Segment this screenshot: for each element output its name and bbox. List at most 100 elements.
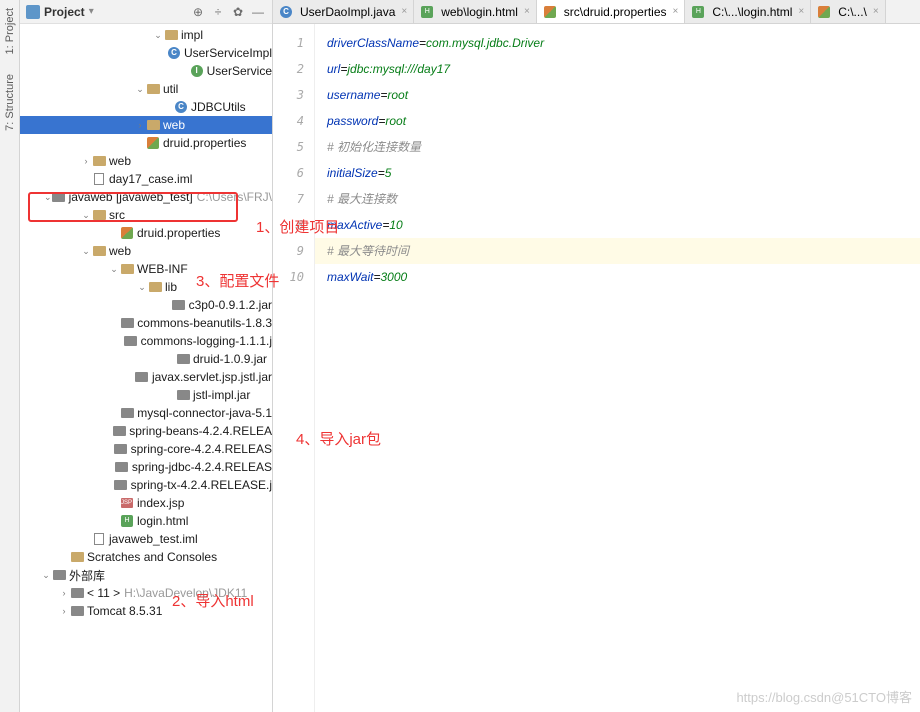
code-line[interactable]: # 最大连接数 <box>327 186 920 212</box>
tree-item-label: UserServiceImpl <box>184 46 272 60</box>
tree-row[interactable]: day17_case.iml <box>20 170 272 188</box>
tree-item-label: WEB-INF <box>137 262 188 276</box>
tree-row[interactable]: Scratches and Consoles <box>20 548 272 566</box>
tree-row[interactable]: ⌄ src <box>20 206 272 224</box>
tree-row[interactable]: IUserService <box>20 62 272 80</box>
folder-icon <box>70 550 84 564</box>
tree-row[interactable]: ›< 11 >H:\JavaDevelop\JDK11 <box>20 584 272 602</box>
tree-row[interactable]: c3p0-0.9.1.2.jar <box>20 296 272 314</box>
tree-row[interactable]: javaweb_test.iml <box>20 530 272 548</box>
gutter-structure[interactable]: 7: Structure <box>4 74 16 131</box>
tree-item-label: login.html <box>137 514 188 528</box>
expand-arrow-icon[interactable]: ⌄ <box>108 264 120 275</box>
tree-row[interactable]: druid.properties <box>20 134 272 152</box>
folder-icon <box>148 280 162 294</box>
tree-row[interactable]: ⌄javaweb [javaweb_test]C:\Users\FRJ\ <box>20 188 272 206</box>
code-line[interactable]: password=root <box>327 108 920 134</box>
folder-icon <box>92 154 106 168</box>
expand-arrow-icon[interactable]: › <box>80 156 92 166</box>
tree-row[interactable]: ⌄util <box>20 80 272 98</box>
gear-icon[interactable]: ✿ <box>230 4 246 20</box>
line-number: 5 <box>273 134 304 160</box>
tab-label: web\login.html <box>441 5 518 19</box>
code-line[interactable]: # 最大等待时间 <box>315 238 920 264</box>
tree-row[interactable]: Hlogin.html <box>20 512 272 530</box>
tree-row[interactable]: ⌄lib <box>20 278 272 296</box>
expand-arrow-icon[interactable]: ⌄ <box>152 30 164 41</box>
code-line[interactable]: username=root <box>327 82 920 108</box>
tree-row[interactable]: spring-tx-4.2.4.RELEASE.j <box>20 476 272 494</box>
expand-arrow-icon[interactable]: › <box>58 606 70 616</box>
tree-item-label: web <box>109 244 131 258</box>
expand-arrow-icon[interactable]: ⌄ <box>80 210 92 221</box>
tree-row[interactable]: spring-beans-4.2.4.RELEA <box>20 422 272 440</box>
tree-row[interactable]: commons-beanutils-1.8.3 <box>20 314 272 332</box>
tree-row[interactable]: › web <box>20 116 272 134</box>
code-line[interactable]: # 初始化连接数量 <box>327 134 920 160</box>
tree-row[interactable]: › Tomcat 8.5.31 <box>20 602 272 620</box>
gutter-project[interactable]: 1: Project <box>4 8 16 54</box>
code-line[interactable]: maxWait=3000 <box>327 264 920 290</box>
tree-row[interactable]: javax.servlet.jsp.jstl.jar <box>20 368 272 386</box>
collapse-icon[interactable]: ÷ <box>210 4 226 20</box>
tree-item-label: Tomcat 8.5.31 <box>87 604 162 618</box>
editor-tab[interactable]: C:\...\× <box>811 0 886 23</box>
close-icon[interactable]: × <box>873 6 879 17</box>
target-icon[interactable]: ⊕ <box>190 4 206 20</box>
tree-row[interactable]: druid.properties <box>20 224 272 242</box>
library-icon <box>135 370 149 384</box>
expand-arrow-icon[interactable]: ⌄ <box>44 192 52 203</box>
code-line[interactable]: maxActive=10 <box>327 212 920 238</box>
tree-row[interactable]: CUserServiceImpl <box>20 44 272 62</box>
close-icon[interactable]: × <box>524 6 530 17</box>
editor-tabs[interactable]: CUserDaoImpl.java×Hweb\login.html×src\dr… <box>273 0 920 24</box>
editor-tab[interactable]: Hweb\login.html× <box>414 0 537 23</box>
tree-row[interactable]: spring-jdbc-4.2.4.RELEAS <box>20 458 272 476</box>
hide-icon[interactable]: — <box>250 4 266 20</box>
folder-icon <box>146 118 160 132</box>
properties-icon <box>543 5 557 19</box>
close-icon[interactable]: × <box>798 6 804 17</box>
expand-arrow-icon[interactable]: ⌄ <box>134 84 146 95</box>
tree-row[interactable]: CJDBCUtils <box>20 98 272 116</box>
expand-arrow-icon[interactable]: ⌄ <box>80 246 92 257</box>
expand-arrow-icon[interactable]: ⌄ <box>40 570 52 581</box>
tree-item-label: JDBCUtils <box>191 100 246 114</box>
code-line[interactable]: url=jdbc:mysql:///day17 <box>327 56 920 82</box>
tree-item-label: src <box>109 208 125 222</box>
tree-row[interactable]: ⌄ WEB-INF <box>20 260 272 278</box>
tree-item-label: web <box>163 118 185 132</box>
expand-arrow-icon[interactable]: › <box>58 588 70 598</box>
left-tool-gutter[interactable]: 1: Project 7: Structure <box>0 0 20 712</box>
watermark: https://blog.csdn@51CTO博客 <box>736 687 912 706</box>
editor-tab[interactable]: src\druid.properties× <box>537 0 686 23</box>
library-icon <box>176 388 190 402</box>
close-icon[interactable]: × <box>673 6 679 17</box>
expand-arrow-icon[interactable]: ⌄ <box>136 282 148 293</box>
code-line[interactable]: driverClassName=com.mysql.jdbc.Driver <box>327 30 920 56</box>
tree-row[interactable]: JSPindex.jsp <box>20 494 272 512</box>
tree-item-label: mysql-connector-java-5.1 <box>137 406 272 420</box>
code-line[interactable]: initialSize=5 <box>327 160 920 186</box>
project-sidebar: Project ▾ ⊕ ÷ ✿ — ⌄implCUserServiceImplI… <box>20 0 273 712</box>
library-icon <box>120 316 134 330</box>
module-icon <box>52 190 66 204</box>
project-tree[interactable]: ⌄implCUserServiceImplIUserService⌄utilCJ… <box>20 24 272 712</box>
tree-row[interactable]: ›web <box>20 152 272 170</box>
tree-row[interactable]: mysql-connector-java-5.1 <box>20 404 272 422</box>
tree-row[interactable]: ⌄impl <box>20 26 272 44</box>
editor-tab[interactable]: HC:\...\login.html× <box>685 0 811 23</box>
dropdown-icon[interactable]: ▾ <box>89 6 94 17</box>
tree-row[interactable]: commons-logging-1.1.1.j <box>20 332 272 350</box>
editor-tab[interactable]: CUserDaoImpl.java× <box>273 0 414 23</box>
sidebar-header: Project ▾ ⊕ ÷ ✿ — <box>20 0 272 24</box>
tree-row[interactable]: jstl-impl.jar <box>20 386 272 404</box>
expand-arrow-icon[interactable]: › <box>134 120 146 130</box>
close-icon[interactable]: × <box>401 6 407 17</box>
library-icon <box>114 442 128 456</box>
tree-row[interactable]: druid-1.0.9.jar <box>20 350 272 368</box>
tree-row[interactable]: ⌄外部库 <box>20 566 272 584</box>
tree-row[interactable]: spring-core-4.2.4.RELEAS <box>20 440 272 458</box>
tree-row[interactable]: ⌄ web <box>20 242 272 260</box>
code-area[interactable]: driverClassName=com.mysql.jdbc.Driverurl… <box>315 24 920 712</box>
